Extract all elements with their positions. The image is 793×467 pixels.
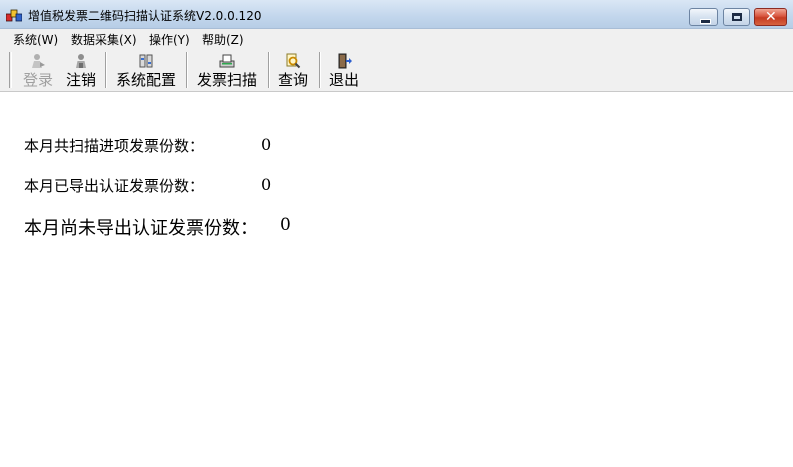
menu-data-collection[interactable]: 数据采集(X)	[71, 31, 137, 48]
title-bar[interactable]: 增值税发票二维码扫描认证系统V2.0.0.120 ✕	[0, 0, 793, 29]
invoice-scan-button[interactable]: 发票扫描	[192, 50, 262, 90]
logout-button[interactable]: 注销	[62, 50, 100, 90]
exported-count-label: 本月已导出认证发票份数：	[24, 177, 205, 195]
app-icon	[6, 9, 22, 22]
invoice-scan-label: 发票扫描	[196, 71, 257, 89]
toolbar-separator	[268, 52, 270, 88]
window-title: 增值税发票二维码扫描认证系统V2.0.0.120	[28, 9, 262, 23]
toolbar-separator	[319, 52, 321, 88]
pending-count-label: 本月尚未导出认证发票份数：	[24, 218, 258, 239]
login-icon	[32, 54, 45, 68]
maximize-button[interactable]	[723, 8, 750, 26]
toolbar-separator	[186, 52, 188, 88]
pending-count-value: 0	[280, 215, 291, 235]
toolbar-grip[interactable]	[9, 52, 12, 88]
scanner-icon	[219, 54, 235, 68]
search-icon	[286, 53, 301, 69]
maximize-icon	[732, 13, 742, 21]
system-config-button[interactable]: 系统配置	[111, 50, 181, 90]
toolbar: 登录 注销 系统配置 发票扫描 查询 退出	[0, 48, 793, 92]
logout-user-icon	[76, 54, 86, 68]
login-button[interactable]: 登录	[18, 50, 58, 90]
exit-button[interactable]: 退出	[325, 50, 363, 90]
close-icon: ✕	[765, 9, 777, 25]
system-config-label: 系统配置	[115, 71, 176, 89]
menu-system[interactable]: 系统(W)	[13, 31, 58, 48]
toolbar-separator	[105, 52, 107, 88]
minimize-button[interactable]	[689, 8, 718, 26]
main-content: 本月共扫描进项发票份数： 0 本月已导出认证发票份数： 0 本月尚未导出认证发票…	[0, 92, 793, 467]
login-label: 登录	[22, 71, 53, 89]
scanned-count-value: 0	[261, 135, 272, 154]
minimize-icon	[700, 19, 711, 24]
logout-label: 注销	[65, 71, 96, 89]
config-icon	[139, 54, 153, 68]
scanned-count-label: 本月共扫描进项发票份数：	[24, 137, 205, 155]
menu-operation[interactable]: 操作(Y)	[149, 31, 190, 48]
menu-help[interactable]: 帮助(Z)	[202, 31, 244, 48]
exit-door-icon	[338, 53, 352, 69]
query-button[interactable]: 查询	[274, 50, 312, 90]
query-label: 查询	[277, 71, 308, 89]
exit-label: 退出	[328, 71, 359, 89]
menu-bar: 系统(W) 数据采集(X) 操作(Y) 帮助(Z)	[0, 29, 793, 48]
close-button[interactable]: ✕	[754, 8, 787, 26]
app-window: 增值税发票二维码扫描认证系统V2.0.0.120 ✕ 系统(W) 数据采集(X)…	[0, 0, 793, 467]
exported-count-value: 0	[261, 175, 272, 194]
